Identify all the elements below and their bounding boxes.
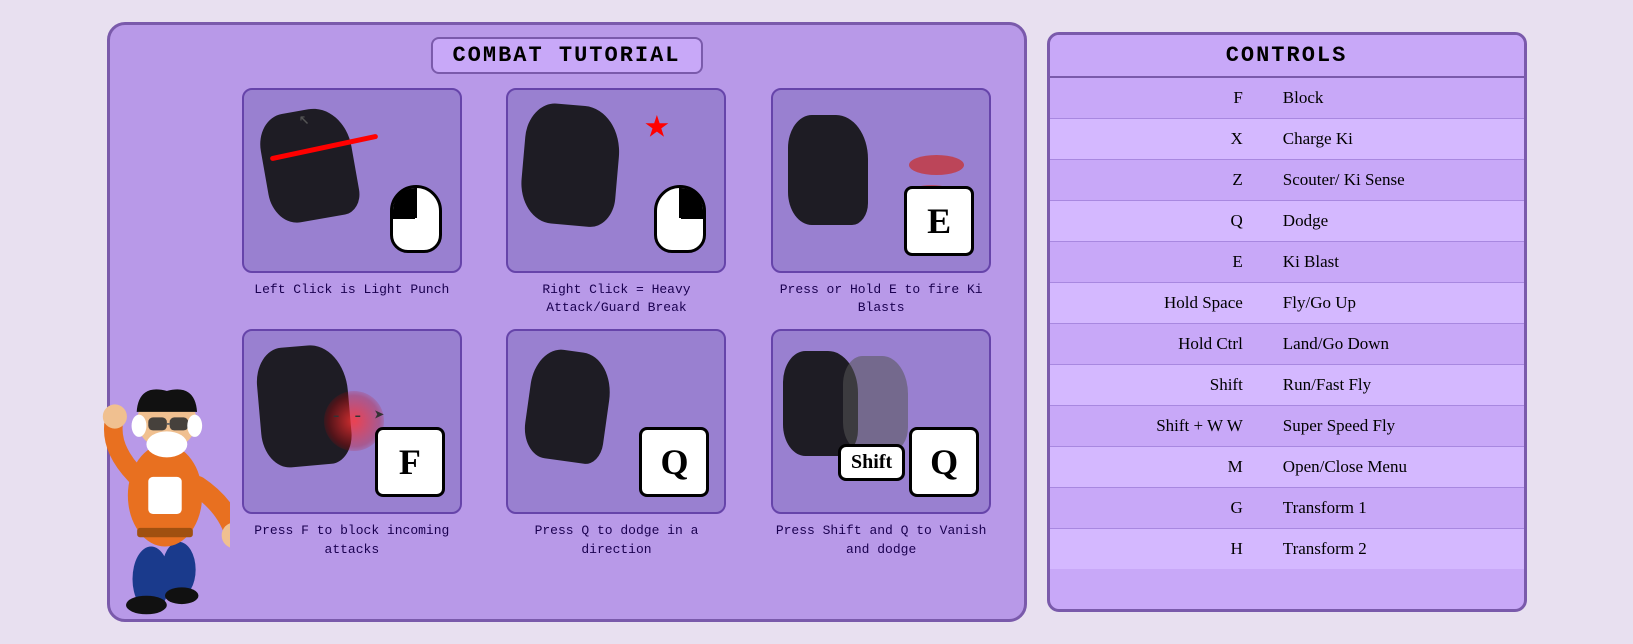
character-illustration xyxy=(100,279,230,619)
tutorial-cell-light-punch: ↖ Left Click is Light Punch xyxy=(226,88,479,317)
tutorial-cell-heavy-attack: ★ Right Click = Heavy Attack/Guard Break xyxy=(490,88,743,317)
controls-action: Run/Fast Fly xyxy=(1263,365,1524,406)
controls-action: Super Speed Fly xyxy=(1263,406,1524,447)
controls-action: Charge Ki xyxy=(1263,119,1524,160)
controls-key: M xyxy=(1050,447,1263,488)
controls-row: Shift Run/Fast Fly xyxy=(1050,365,1524,406)
tutorial-grid: ↖ Left Click is Light Punch xyxy=(226,88,1008,559)
controls-key: Shift + W W xyxy=(1050,406,1263,447)
controls-row: Hold Ctrl Land/Go Down xyxy=(1050,324,1524,365)
controls-action: Block xyxy=(1263,78,1524,119)
controls-action: Transform 1 xyxy=(1263,488,1524,529)
tutorial-caption-ki-blast: Press or Hold E to fire Ki Blasts xyxy=(771,281,991,317)
controls-action: Dodge xyxy=(1263,201,1524,242)
controls-key: H xyxy=(1050,529,1263,570)
tutorial-caption-dodge: Press Q to dodge in a direction xyxy=(506,522,726,558)
controls-key: Z xyxy=(1050,160,1263,201)
controls-key: F xyxy=(1050,78,1263,119)
tutorial-cell-block: - - ➤ F Press F to block incoming attack… xyxy=(226,329,479,558)
controls-key: Hold Space xyxy=(1050,283,1263,324)
controls-row: Shift + W W Super Speed Fly xyxy=(1050,406,1524,447)
controls-row: Q Dodge xyxy=(1050,201,1524,242)
tutorial-cell-dodge: Q Press Q to dodge in a direction xyxy=(490,329,743,558)
mouse-icon-right xyxy=(654,185,706,253)
tutorial-caption-block: Press F to block incoming attacks xyxy=(242,522,462,558)
controls-row: Z Scouter/ Ki Sense xyxy=(1050,160,1524,201)
tutorial-image-dodge: Q xyxy=(506,329,726,514)
controls-row: M Open/Close Menu xyxy=(1050,447,1524,488)
tutorial-image-ki-blast: E xyxy=(771,88,991,273)
combat-tutorial-title: COMBAT TUTORIAL xyxy=(430,37,702,74)
controls-key: Hold Ctrl xyxy=(1050,324,1263,365)
key-box-q2: Q xyxy=(909,427,979,497)
controls-row: E Ki Blast xyxy=(1050,242,1524,283)
controls-action: Scouter/ Ki Sense xyxy=(1263,160,1524,201)
controls-key: E xyxy=(1050,242,1263,283)
controls-action: Fly/Go Up xyxy=(1263,283,1524,324)
tutorial-caption-light-punch: Left Click is Light Punch xyxy=(254,281,449,299)
controls-key: Shift xyxy=(1050,365,1263,406)
tutorial-image-light-punch: ↖ xyxy=(242,88,462,273)
tutorial-caption-heavy-attack: Right Click = Heavy Attack/Guard Break xyxy=(506,281,726,317)
mouse-icon-left xyxy=(390,185,442,253)
tutorial-image-block: - - ➤ F xyxy=(242,329,462,514)
controls-row: G Transform 1 xyxy=(1050,488,1524,529)
tutorial-cell-vanish: Shift Q Press Shift and Q to Vanish and … xyxy=(755,329,1008,558)
controls-table: F Block X Charge Ki Z Scouter/ Ki Sense … xyxy=(1050,78,1524,569)
tutorial-cell-ki-blast: E Press or Hold E to fire Ki Blasts xyxy=(755,88,1008,317)
key-box-q: Q xyxy=(639,427,709,497)
combat-tutorial-panel: COMBAT TUTORIAL xyxy=(107,22,1027,622)
tutorial-image-vanish: Shift Q xyxy=(771,329,991,514)
controls-title: CONTROLS xyxy=(1050,35,1524,78)
key-box-e: E xyxy=(904,186,974,256)
controls-key: G xyxy=(1050,488,1263,529)
controls-row: H Transform 2 xyxy=(1050,529,1524,570)
shift-q-keys: Shift Q xyxy=(838,427,979,497)
controls-panel: CONTROLS F Block X Charge Ki Z Scouter/ … xyxy=(1047,32,1527,612)
controls-row: F Block xyxy=(1050,78,1524,119)
controls-action: Land/Go Down xyxy=(1263,324,1524,365)
controls-action: Transform 2 xyxy=(1263,529,1524,570)
controls-key: Q xyxy=(1050,201,1263,242)
controls-row: X Charge Ki xyxy=(1050,119,1524,160)
controls-action: Ki Blast xyxy=(1263,242,1524,283)
shift-key: Shift xyxy=(838,444,905,481)
controls-row: Hold Space Fly/Go Up xyxy=(1050,283,1524,324)
controls-action: Open/Close Menu xyxy=(1263,447,1524,488)
tutorial-image-heavy-attack: ★ xyxy=(506,88,726,273)
controls-key: X xyxy=(1050,119,1263,160)
key-box-f: F xyxy=(375,427,445,497)
tutorial-caption-vanish: Press Shift and Q to Vanish and dodge xyxy=(771,522,991,558)
